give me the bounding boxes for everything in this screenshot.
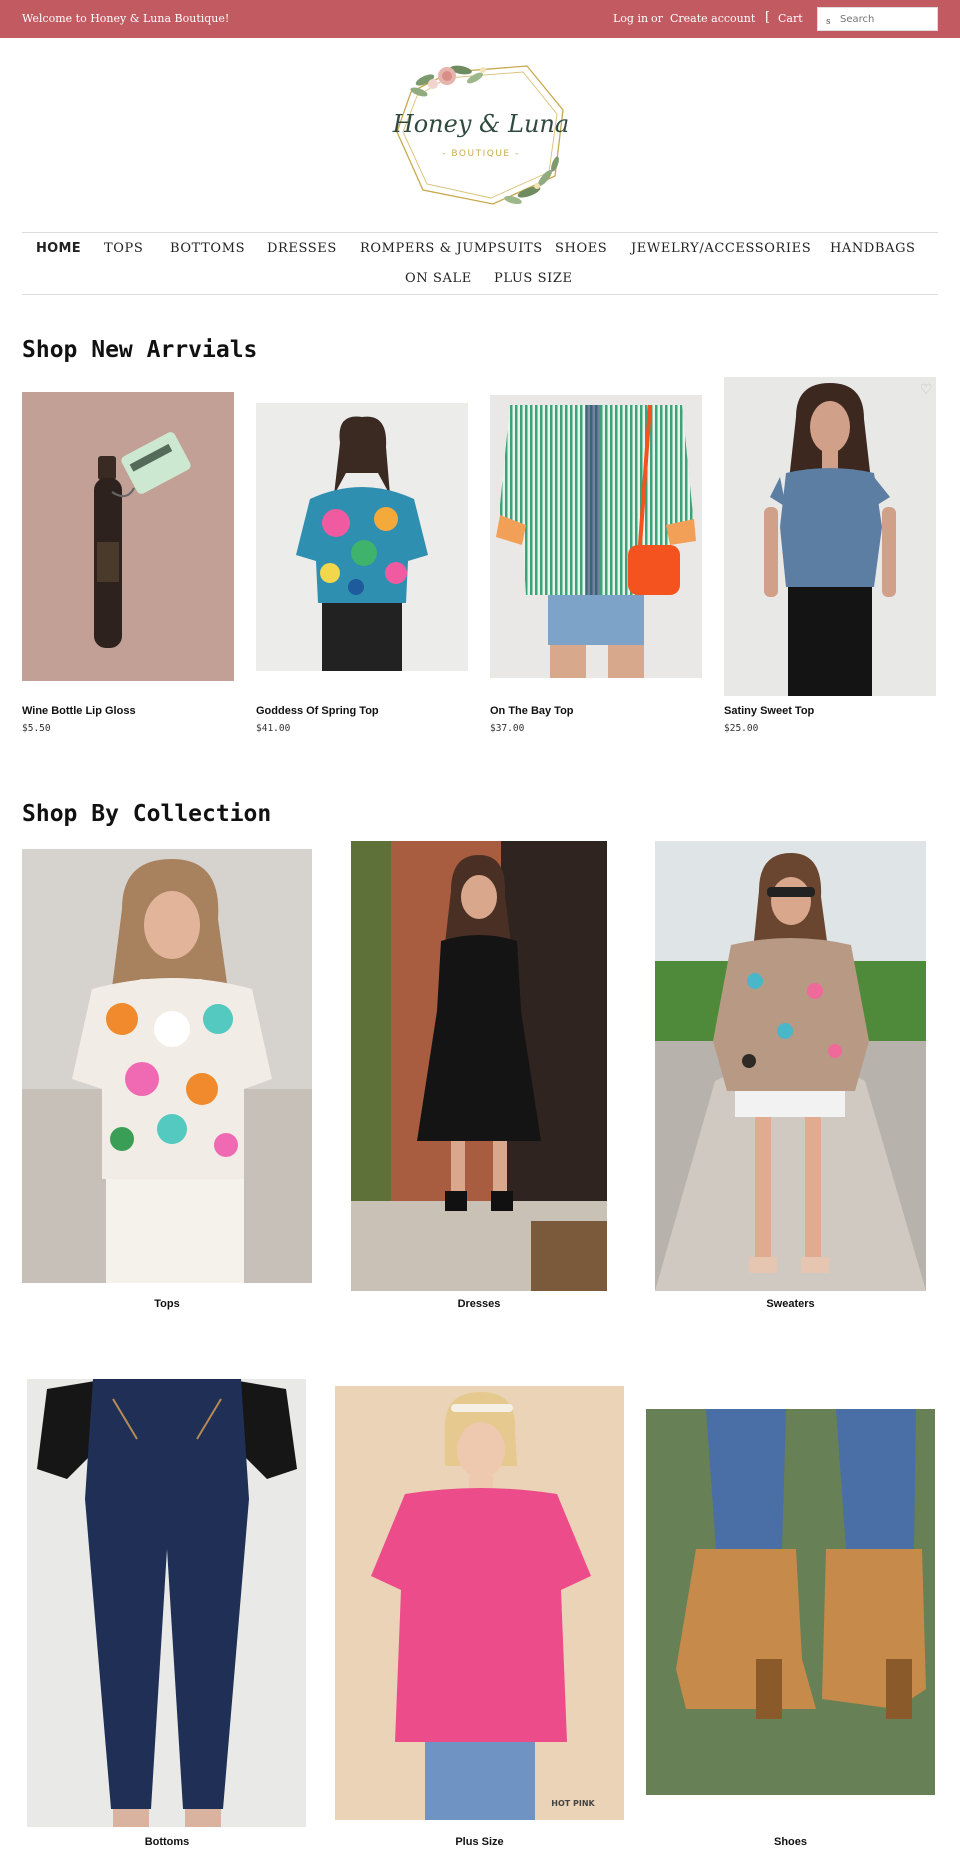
nav-divider-top [22,232,938,233]
cart-icon[interactable]: [ [765,10,770,25]
product-image-on-the-bay-top[interactable] [490,395,702,678]
new-arrivals-heading: Shop New Arrvials [22,337,258,363]
search-input[interactable] [840,11,934,27]
collection-label-sweaters[interactable]: Sweaters [655,1298,926,1310]
collection-image-plus-size[interactable]: HOT PINK [335,1386,624,1820]
product-title-satiny-sweet-top[interactable]: Satiny Sweet Top [724,705,814,717]
nav-jewelry-accessories[interactable]: JEWELRY/ACCESSORIES [631,241,811,256]
collection-label-plus-size[interactable]: Plus Size [335,1836,624,1848]
login-link[interactable]: Log in [613,12,648,25]
nav-home[interactable]: HOME [36,241,81,256]
collection-image-tops[interactable] [22,849,312,1283]
collection-image-sweaters[interactable] [655,841,926,1291]
announcement-bar: Welcome to Honey & Luna Boutique! Log in… [0,0,960,38]
product-image-goddess-of-spring-top[interactable] [256,403,468,671]
product-image-lip-gloss[interactable] [22,392,234,681]
nav-rompers-jumpsuits[interactable]: ROMPERS & JUMPSUITS [360,241,543,256]
nav-on-sale[interactable]: ON SALE [405,271,472,286]
hot-pink-watermark: HOT PINK [551,1799,595,1808]
nav-shoes[interactable]: SHOES [555,241,607,256]
logo-sub-text: - BOUTIQUE - [442,149,519,159]
collection-label-tops[interactable]: Tops [22,1298,312,1310]
product-price-on-the-bay-top: $37.00 [490,723,525,734]
collection-label-shoes[interactable]: Shoes [646,1836,935,1848]
product-image-satiny-sweet-top[interactable] [724,377,936,696]
product-title-lip-gloss[interactable]: Wine Bottle Lip Gloss [22,705,136,717]
search-box[interactable]: s [817,7,938,31]
product-title-goddess-of-spring-top[interactable]: Goddess Of Spring Top [256,705,379,717]
nav-divider-bottom [22,294,938,295]
store-logo[interactable]: Honey & Luna - BOUTIQUE - [389,58,573,210]
collection-image-shoes[interactable] [646,1409,935,1795]
collection-image-dresses[interactable] [351,841,607,1291]
nav-tops[interactable]: TOPS [104,241,143,256]
collection-label-bottoms[interactable]: Bottoms [22,1836,312,1848]
welcome-message: Welcome to Honey & Luna Boutique! [22,12,230,25]
collection-image-bottoms[interactable] [27,1379,306,1827]
collections-heading: Shop By Collection [22,801,272,827]
nav-bottoms[interactable]: BOTTOMS [170,241,245,256]
logo-brand-text: Honey & Luna [392,110,569,138]
collection-label-dresses[interactable]: Dresses [351,1298,607,1310]
product-price-satiny-sweet-top: $25.00 [724,723,759,734]
wishlist-heart-icon[interactable]: ♡ [920,382,933,398]
product-price-goddess-of-spring-top: $41.00 [256,723,291,734]
nav-dresses[interactable]: DRESSES [267,241,337,256]
cart-link[interactable]: Cart [778,12,803,25]
product-price-lip-gloss: $5.50 [22,723,51,734]
create-account-link[interactable]: Create account [670,12,755,25]
or-separator: or [651,12,663,25]
product-title-on-the-bay-top[interactable]: On The Bay Top [490,705,574,717]
nav-handbags[interactable]: HANDBAGS [830,241,916,256]
nav-plus-size[interactable]: PLUS SIZE [494,271,573,286]
search-icon[interactable]: s [826,17,831,27]
